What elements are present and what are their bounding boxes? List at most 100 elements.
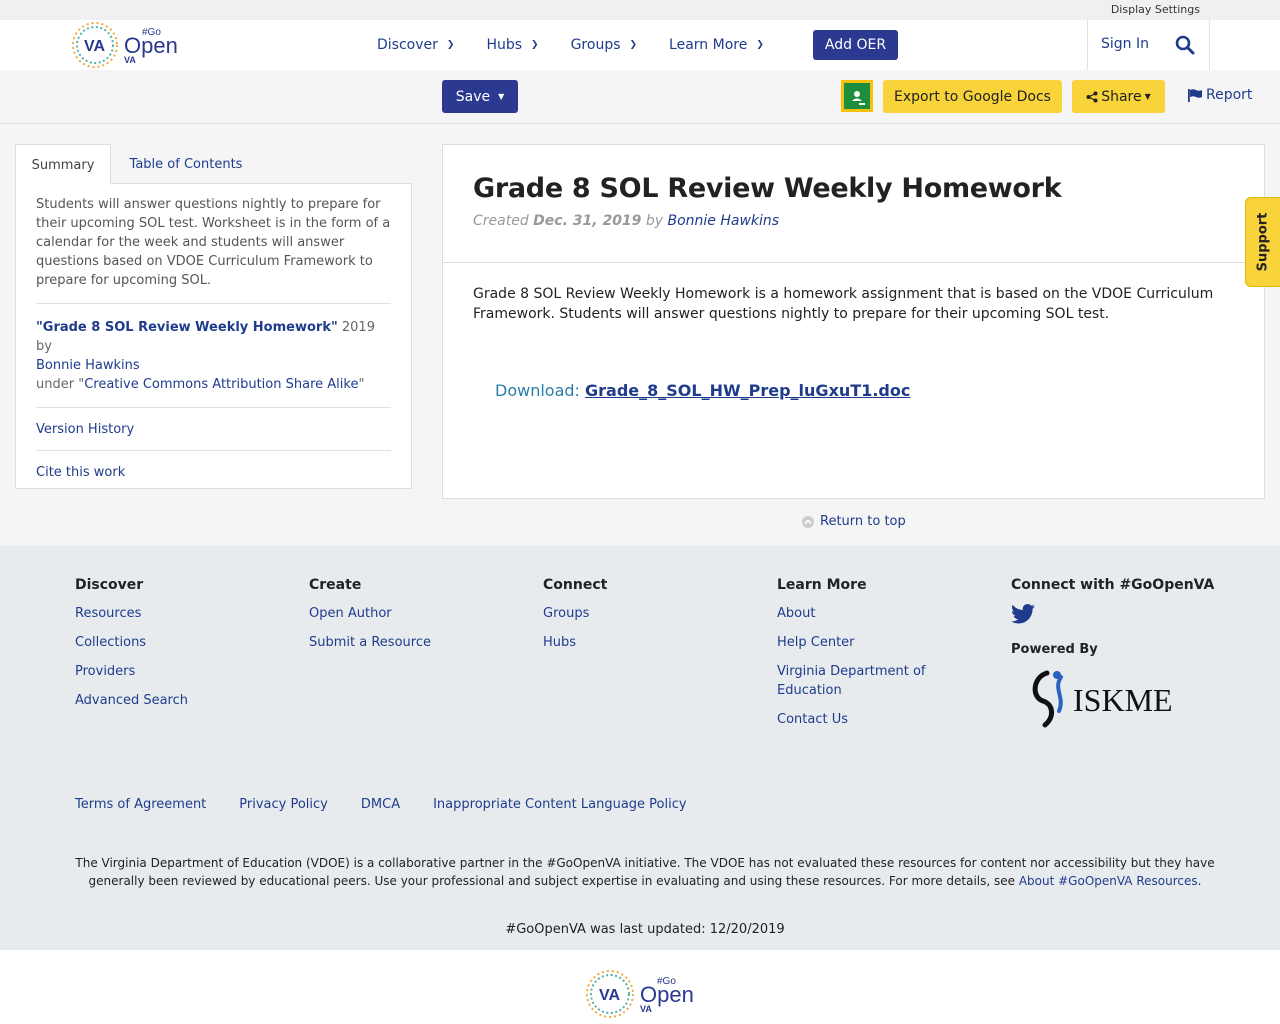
support-tab[interactable]: Support: [1245, 197, 1280, 287]
chevron-down-icon: ❯: [756, 40, 764, 50]
nav-hubs[interactable]: Hubs ❯: [486, 37, 538, 53]
resource-description: Grade 8 SOL Review Weekly Homework is a …: [473, 286, 1214, 322]
footer-col-create: Create Open Author Submit a Resource: [309, 577, 431, 662]
display-settings-link[interactable]: Display Settings: [1111, 3, 1200, 16]
footer-col-learn-more: Learn More About Help Center Virginia De…: [777, 577, 957, 739]
attribution-author-link[interactable]: Bonnie Hawkins: [36, 356, 391, 375]
footer-heading: Discover: [75, 577, 144, 593]
resource-toolbar: Save ▼ Export to Google Docs Share ▼ Repo…: [0, 70, 1280, 124]
resource-header: Grade 8 SOL Review Weekly Homework Creat…: [443, 145, 1264, 263]
page-title: Grade 8 SOL Review Weekly Homework: [473, 173, 1062, 204]
nav-discover[interactable]: Discover ❯: [377, 37, 454, 53]
cite-work-link[interactable]: Cite this work: [36, 451, 391, 493]
search-icon[interactable]: [1175, 35, 1195, 55]
last-updated: #GoOpenVA was last updated: 12/20/2019: [505, 922, 785, 937]
download-row: Download: Grade_8_SOL_HW_Prep_luGxuT1.do…: [495, 381, 910, 400]
nav-groups[interactable]: Groups ❯: [571, 37, 637, 53]
footer-link-open-author[interactable]: Open Author: [309, 604, 431, 623]
footer-col-connect: Connect Groups Hubs: [543, 577, 607, 662]
created-date: Dec. 31, 2019: [533, 213, 642, 229]
tab-summary[interactable]: Summary: [15, 144, 111, 185]
footer-heading: Connect with #GoOpenVA: [1011, 577, 1215, 593]
share-button[interactable]: Share ▼: [1072, 80, 1165, 113]
export-google-docs-button[interactable]: Export to Google Docs: [883, 80, 1062, 113]
footer-heading: Connect: [543, 577, 608, 593]
attribution-close-quote: ": [358, 377, 365, 392]
sidebar-tabs: Summary Table of Contents: [15, 144, 412, 185]
nav-learn-more[interactable]: Learn More ❯: [669, 37, 764, 53]
twitter-icon[interactable]: [1011, 604, 1035, 624]
about-resources-link[interactable]: About #GoOpenVA Resources: [1019, 874, 1198, 888]
download-label: Download:: [495, 381, 580, 400]
share-icon: [1086, 91, 1098, 102]
disclaimer: The Virginia Department of Education (VD…: [75, 854, 1215, 890]
summary-panel: Students will answer questions nightly t…: [15, 183, 412, 489]
dmca-link[interactable]: DMCA: [361, 797, 400, 812]
powered-by-label: Powered By: [1011, 642, 1098, 657]
footer-heading: Learn More: [777, 577, 867, 593]
save-button[interactable]: Save ▼: [442, 80, 518, 113]
nav-hubs-label: Hubs: [486, 37, 523, 53]
by-label: by: [645, 213, 664, 229]
sign-in-link[interactable]: Sign In: [1101, 36, 1149, 52]
account-area: Sign In: [1087, 20, 1210, 70]
google-classroom-icon[interactable]: [841, 80, 873, 112]
download-file-link[interactable]: Grade_8_SOL_HW_Prep_luGxuT1.doc: [585, 381, 910, 400]
attribution-under: under ": [36, 377, 85, 392]
chevron-down-icon: ❯: [446, 40, 455, 50]
terms-link[interactable]: Terms of Agreement: [75, 797, 206, 812]
footer-link-providers[interactable]: Providers: [75, 662, 188, 681]
resource-meta: Created Dec. 31, 2019 by Bonnie Hawkins: [473, 213, 779, 229]
footer-logo-va-small: VA: [640, 1004, 652, 1014]
attribution: "Grade 8 SOL Review Weekly Homework" 201…: [36, 304, 391, 408]
legal-links: Terms of Agreement Privacy Policy DMCA I…: [75, 797, 720, 812]
footer-col-discover: Discover Resources Collections Providers…: [75, 577, 188, 720]
resource-card: Grade 8 SOL Review Weekly Homework Creat…: [442, 144, 1265, 499]
logo-va-text: VA: [84, 38, 105, 55]
iskme-text: ISKME: [1073, 682, 1173, 718]
footer-link-contact[interactable]: Contact Us: [777, 710, 957, 729]
site-footer: Discover Resources Collections Providers…: [0, 546, 1280, 950]
footer-link-resources[interactable]: Resources: [75, 604, 188, 623]
footer-col-social: Connect with #GoOpenVA Powered By ISKME: [1011, 577, 1214, 733]
tab-table-of-contents[interactable]: Table of Contents: [127, 144, 245, 184]
author-link[interactable]: Bonnie Hawkins: [668, 213, 780, 229]
license-link[interactable]: Creative Commons Attribution Share Alike: [84, 377, 358, 392]
arrow-up-icon: [802, 515, 814, 528]
share-label: Share: [1101, 88, 1142, 105]
footer-link-collections[interactable]: Collections: [75, 633, 188, 652]
flag-icon: [1188, 88, 1202, 102]
report-label: Report: [1206, 87, 1253, 103]
footer-link-about[interactable]: About: [777, 604, 957, 623]
report-button[interactable]: Report: [1188, 87, 1252, 103]
disclaimer-end: .: [1197, 874, 1202, 888]
return-to-top-link[interactable]: Return to top: [802, 514, 906, 529]
created-label: Created: [473, 213, 529, 229]
privacy-link[interactable]: Privacy Policy: [239, 797, 328, 812]
caret-down-icon: ▼: [1144, 92, 1151, 101]
caret-down-icon: ▼: [498, 92, 505, 101]
footer-link-groups[interactable]: Groups: [543, 604, 607, 623]
footer-link-hubs[interactable]: Hubs: [543, 633, 607, 652]
footer-link-advanced-search[interactable]: Advanced Search: [75, 691, 188, 710]
nav-groups-label: Groups: [570, 37, 621, 53]
site-header: VA #Go Open VA Discover ❯ Hubs ❯ Groups ❯ L…: [0, 20, 1280, 70]
iskme-logo[interactable]: ISKME: [1025, 667, 1197, 729]
footer-link-submit-resource[interactable]: Submit a Resource: [309, 633, 431, 652]
main-nav: Discover ❯ Hubs ❯ Groups ❯ Learn More ❯: [377, 20, 796, 70]
return-to-top-label: Return to top: [820, 514, 906, 529]
goopenva-footer-logo[interactable]: VA #Go Open VA: [585, 968, 695, 1020]
save-label: Save: [455, 88, 491, 105]
summary-text: Students will answer questions nightly t…: [36, 195, 391, 304]
footer-link-help-center[interactable]: Help Center: [777, 633, 957, 652]
attribution-title-link[interactable]: "Grade 8 SOL Review Weekly Homework": [36, 320, 338, 335]
version-history-link[interactable]: Version History: [36, 408, 391, 451]
footer-heading: Create: [309, 577, 362, 593]
add-oer-button[interactable]: Add OER: [813, 30, 898, 60]
nav-discover-label: Discover: [377, 37, 438, 53]
nav-learn-more-label: Learn More: [669, 37, 748, 53]
footer-link-vdoe[interactable]: Virginia Department of Education: [777, 662, 957, 700]
footer-logo-va: VA: [599, 987, 620, 1004]
goopenva-logo[interactable]: VA #Go Open VA: [70, 20, 180, 70]
content-policy-link[interactable]: Inappropriate Content Language Policy: [433, 797, 686, 812]
